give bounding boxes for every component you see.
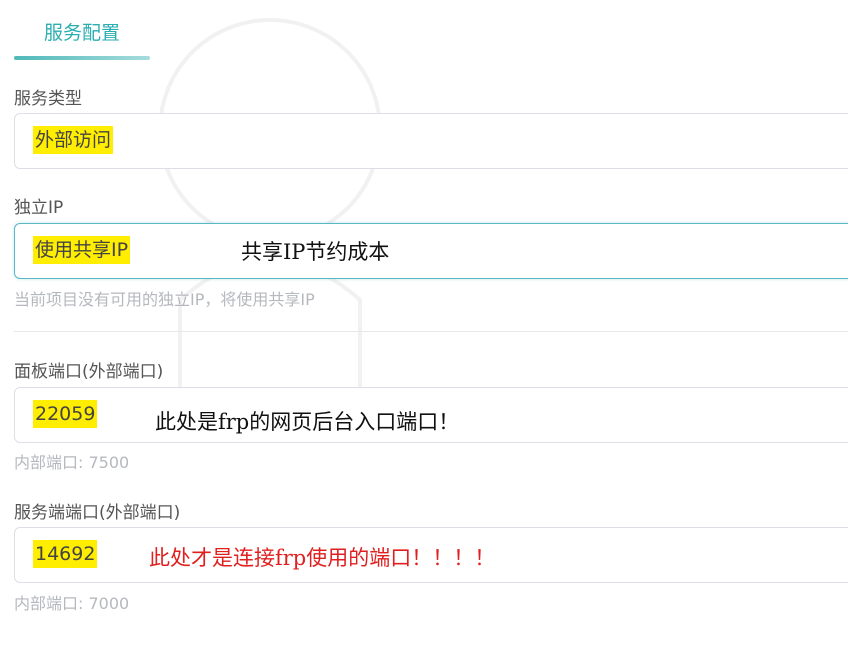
panel-port-annotation: 此处是frp的网页后台入口端口！ [155,410,460,434]
panel-port-hint: 内部端口: 7500 [14,453,130,472]
service-type-select[interactable]: 外部访问 [14,113,848,169]
tab-bar: 服务配置 [14,14,150,60]
tab-service-config[interactable]: 服务配置 [14,14,150,56]
panel-port-input[interactable]: 22059 此处是frp的网页后台入口端口！ [14,387,848,443]
service-port-annotation: 此处才是连接frp使用的端口！！！！ [149,546,496,570]
service-port-input[interactable]: 14692 此处才是连接frp使用的端口！！！！ [14,527,848,583]
background-watermark [158,18,382,420]
dedicated-ip-value: 使用共享IP [33,236,131,264]
service-port-value: 14692 [33,540,98,568]
dedicated-ip-annotation: 共享IP节约成本 [241,240,390,264]
tab-active-indicator [14,56,150,60]
service-type-label: 服务类型 [14,89,82,109]
panel-port-value: 22059 [33,400,98,428]
service-port-hint: 内部端口: 7000 [14,594,130,613]
panel-port-label: 面板端口(外部端口) [14,362,164,382]
dedicated-ip-select[interactable]: 使用共享IP 共享IP节约成本 [14,223,848,279]
service-type-value: 外部访问 [33,126,114,154]
dedicated-ip-label: 独立IP [14,198,64,218]
service-port-label: 服务端端口(外部端口) [14,503,181,523]
section-divider [14,331,848,332]
dedicated-ip-hint: 当前项目没有可用的独立IP，将使用共享IP [14,290,315,309]
